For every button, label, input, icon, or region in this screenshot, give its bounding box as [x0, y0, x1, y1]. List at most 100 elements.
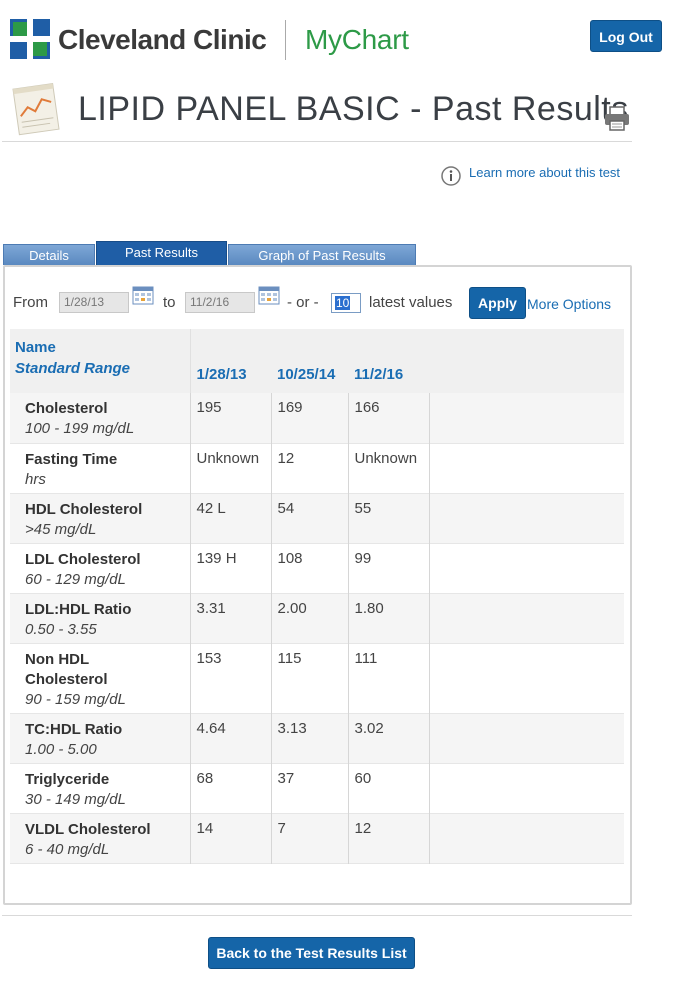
latest-count-value: 10 — [335, 296, 351, 310]
test-standard-range: 1.00 - 5.00 — [25, 740, 97, 758]
page-title: LIPID PANEL BASIC - Past Results — [78, 90, 629, 128]
result-value: 7 — [271, 813, 349, 863]
tab-past-results[interactable]: Past Results — [96, 241, 227, 265]
result-value: 1.80 — [348, 593, 430, 643]
table-row: Non HDL Cholesterol 90 - 159 mg/dL 153 115 1… — [10, 643, 624, 713]
to-calendar-icon[interactable] — [258, 285, 280, 305]
tab-details[interactable]: Details — [3, 244, 95, 265]
test-standard-range: 90 - 159 mg/dL — [25, 690, 126, 708]
result-value: 108 — [271, 543, 349, 593]
empty-cell — [429, 713, 624, 763]
result-value: 12 — [271, 443, 349, 493]
result-value: 68 — [190, 763, 272, 813]
test-name-cell: HDL Cholesterol >45 mg/dL — [10, 493, 191, 543]
test-name: VLDL Cholesterol — [25, 820, 151, 838]
empty-cell — [429, 393, 624, 443]
test-name-cell: LDL Cholesterol 60 - 129 mg/dL — [10, 543, 191, 593]
result-value: 166 — [348, 393, 430, 443]
empty-cell — [429, 643, 624, 713]
result-value: 12 — [348, 813, 430, 863]
test-standard-range: hrs — [25, 470, 46, 488]
result-value: 42 L — [190, 493, 272, 543]
test-name: TC:HDL Ratio — [25, 720, 123, 738]
back-to-results-button[interactable]: Back to the Test Results List — [208, 937, 415, 969]
print-icon[interactable] — [603, 104, 631, 132]
or-label: - or - — [287, 294, 319, 311]
result-value: 55 — [348, 493, 430, 543]
result-value: 60 — [348, 763, 430, 813]
info-icon[interactable] — [440, 165, 462, 187]
name-column-header: Name Standard Range — [10, 329, 191, 393]
result-value: 153 — [190, 643, 272, 713]
latest-values-label: latest values — [369, 294, 453, 311]
test-name: Fasting Time — [25, 450, 118, 468]
result-value: 195 — [190, 393, 272, 443]
test-standard-range: 100 - 199 mg/dL — [25, 420, 135, 437]
result-value: Unknown — [348, 443, 430, 493]
result-value: 115 — [271, 643, 349, 713]
empty-column-header — [429, 329, 624, 393]
latest-count-input[interactable]: 10 — [331, 293, 361, 313]
date-column-header: 10/25/14 — [277, 366, 336, 383]
result-value: 3.31 — [190, 593, 272, 643]
test-name-cell: Cholesterol 100 - 199 mg/dL — [10, 393, 191, 443]
test-name-cell: Non HDL Cholesterol 90 - 159 mg/dL — [10, 643, 191, 713]
more-options-link[interactable]: More Options — [527, 296, 611, 312]
result-value: 111 — [348, 643, 430, 713]
test-standard-range: 60 - 129 mg/dL — [25, 570, 126, 588]
test-name-cell: Triglyceride 30 - 149 mg/dL — [10, 763, 191, 813]
date-column-header: 11/2/16 — [354, 366, 404, 383]
empty-cell — [429, 763, 624, 813]
test-name: LDL:HDL Ratio — [25, 600, 132, 618]
result-value: 169 — [271, 393, 349, 443]
table-row: VLDL Cholesterol 6 - 40 mg/dL 14 7 12 — [10, 813, 624, 863]
table-row: LDL Cholesterol 60 - 129 mg/dL 139 H 108 99 — [10, 543, 624, 593]
standard-range-header: Standard Range — [15, 360, 131, 377]
date-column-header: 1/28/13 — [196, 366, 247, 383]
test-name-cell: Fasting Time hrs — [10, 443, 191, 493]
result-value: 14 — [190, 813, 272, 863]
test-standard-range: 30 - 149 mg/dL — [25, 790, 126, 808]
to-label: to — [163, 294, 176, 311]
empty-cell — [429, 543, 624, 593]
brand-name: Cleveland Clinic — [58, 24, 267, 55]
result-value: Unknown — [190, 443, 272, 493]
brand-divider — [285, 20, 286, 60]
name-header[interactable]: Name — [15, 339, 190, 356]
result-value: 4.64 — [190, 713, 272, 763]
test-standard-range: 0.50 - 3.55 — [25, 620, 97, 638]
empty-cell — [429, 593, 624, 643]
table-row: HDL Cholesterol >45 mg/dL 42 L 54 55 — [10, 493, 624, 543]
tab-graph-of-past-results[interactable]: Graph of Past Results — [228, 244, 416, 265]
empty-cell — [429, 443, 624, 493]
table-header-row: Name Standard Range 1/28/13 10/25/14 11/… — [10, 329, 624, 393]
result-value: 3.13 — [271, 713, 349, 763]
from-label: From — [13, 294, 48, 311]
result-value: 2.00 — [271, 593, 349, 643]
result-value: 139 H — [190, 543, 272, 593]
from-calendar-icon[interactable] — [132, 285, 154, 305]
to-date-input[interactable]: 11/2/16 — [185, 292, 255, 313]
test-standard-range: 6 - 40 mg/dL — [25, 840, 110, 858]
learn-more-link[interactable]: Learn more about this test — [469, 165, 620, 180]
result-value: 37 — [271, 763, 349, 813]
result-value: 3.02 — [348, 713, 430, 763]
table-body: Cholesterol 100 - 199 mg/dL 195 169 166 Fasti… — [10, 393, 624, 863]
test-name-cell: VLDL Cholesterol 6 - 40 mg/dL — [10, 813, 191, 863]
test-name: HDL Cholesterol — [25, 500, 143, 518]
result-value: 54 — [271, 493, 349, 543]
table-row: Triglyceride 30 - 149 mg/dL 68 37 60 — [10, 763, 624, 813]
apply-button[interactable]: Apply — [469, 287, 526, 319]
table-row: Cholesterol 100 - 199 mg/dL 195 169 166 — [10, 393, 624, 443]
result-value: 99 — [348, 543, 430, 593]
from-date-input[interactable]: 1/28/13 — [59, 292, 129, 313]
empty-cell — [429, 493, 624, 543]
test-name: Non HDL Cholesterol — [25, 650, 108, 688]
test-standard-range: >45 mg/dL — [25, 520, 97, 538]
table-row: TC:HDL Ratio 1.00 - 5.00 4.64 3.13 3.02 — [10, 713, 624, 763]
test-name: Cholesterol — [25, 400, 108, 417]
logout-button[interactable]: Log Out — [590, 20, 662, 52]
bottom-divider — [2, 915, 632, 916]
test-name-cell: LDL:HDL Ratio 0.50 - 3.55 — [10, 593, 191, 643]
test-name-cell: TC:HDL Ratio 1.00 - 5.00 — [10, 713, 191, 763]
